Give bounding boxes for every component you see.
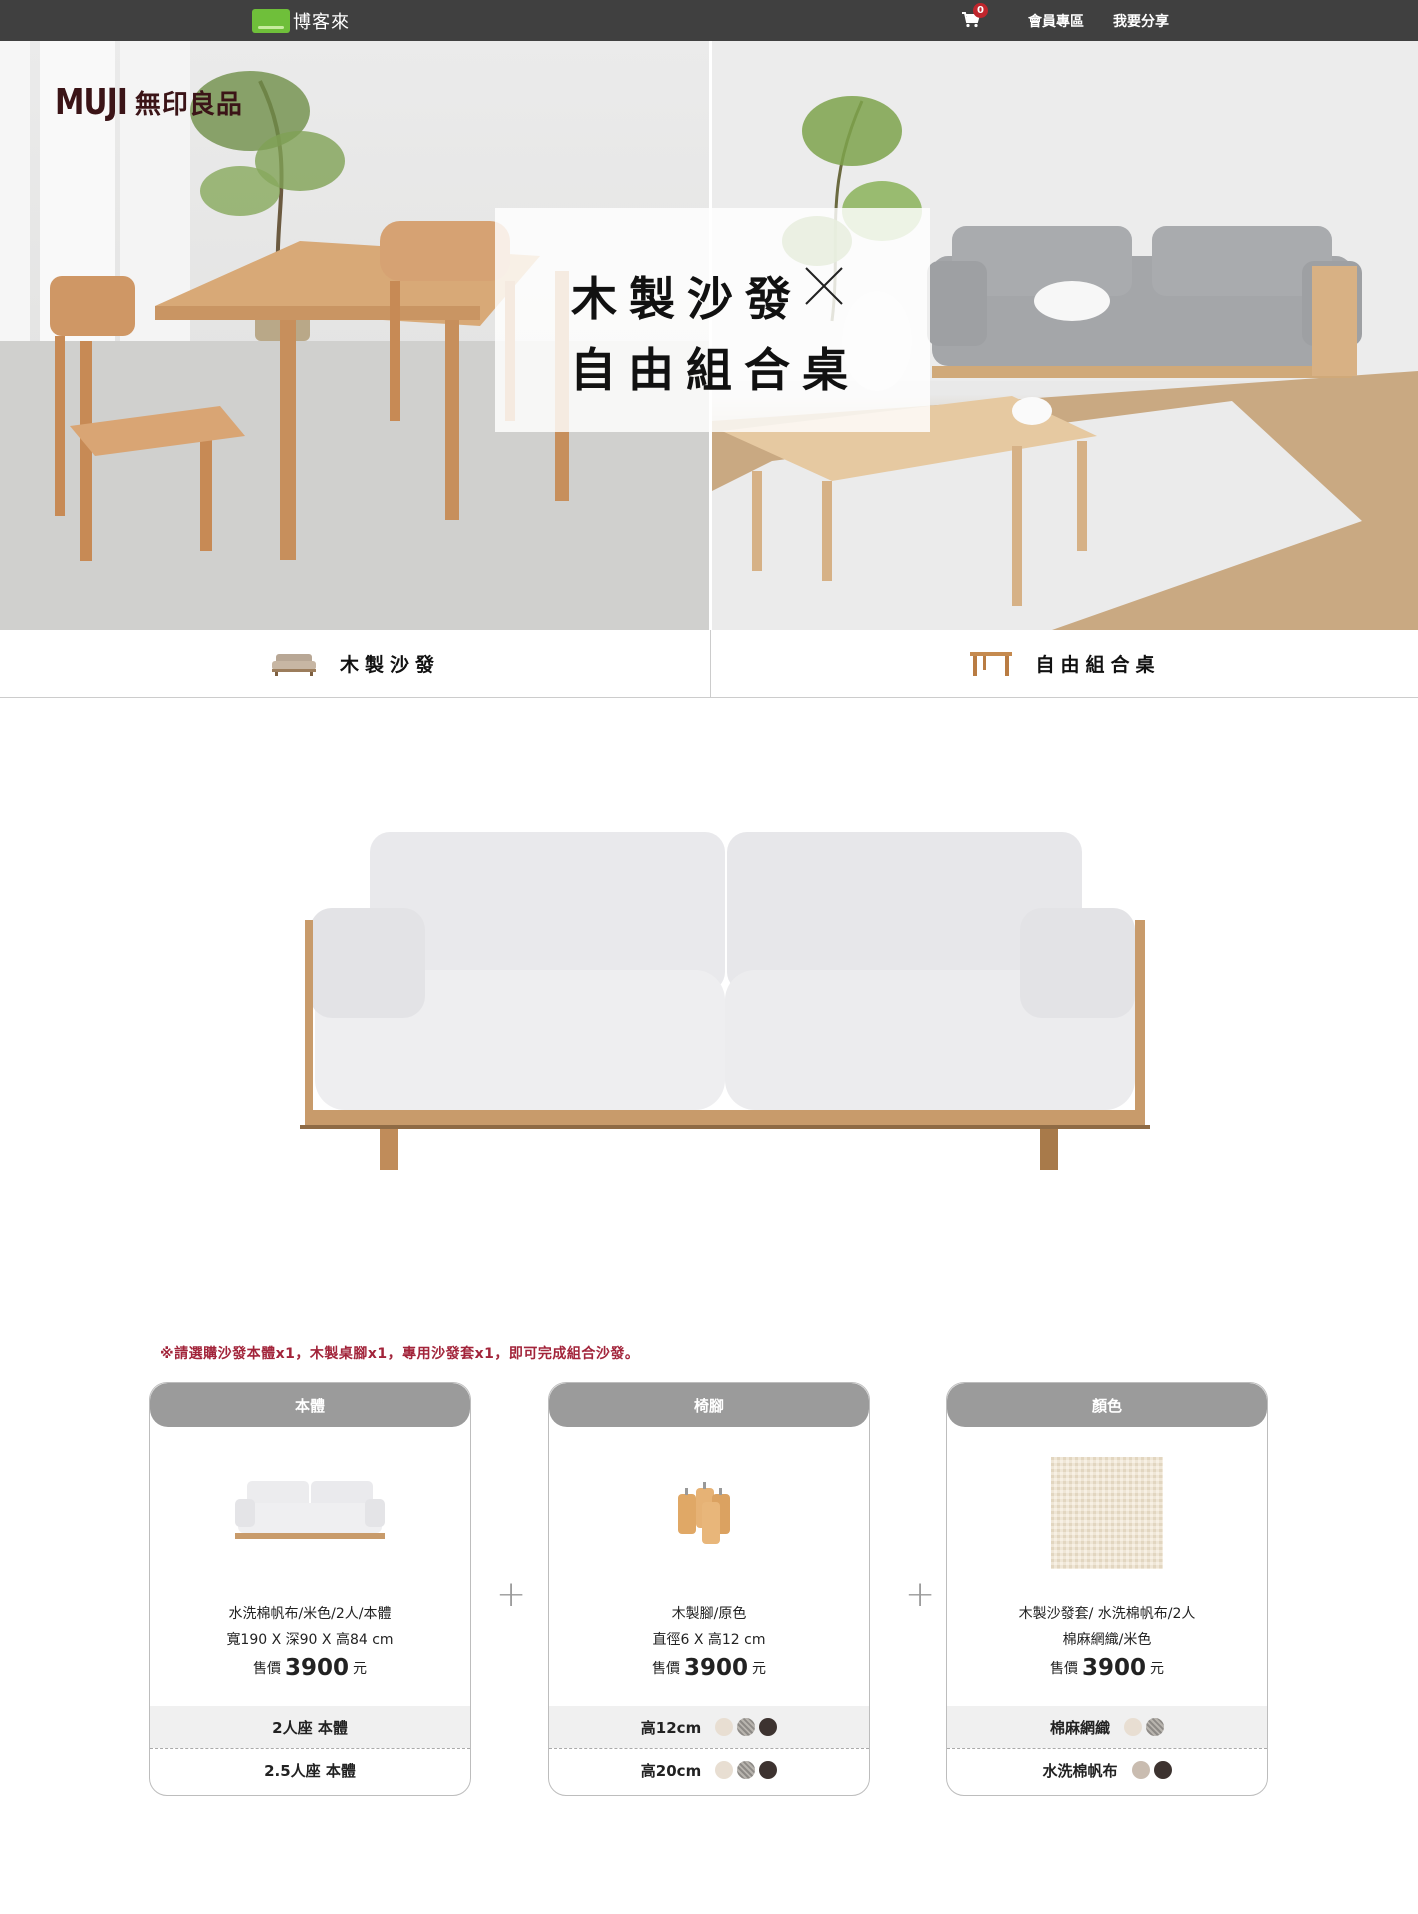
color-swatches <box>1124 1718 1164 1736</box>
top-bar: 博客來 0 會員專區 我要分享 <box>0 0 1418 41</box>
hero-title-line1: 木製沙發 <box>571 272 803 326</box>
fabric-swatch-thumbnail <box>947 1443 1267 1583</box>
option-2-5-seater[interactable]: 2.5人座 本體 <box>150 1749 470 1791</box>
swatch-grey[interactable] <box>737 1761 756 1779</box>
price: 售價 3900 元 <box>549 1655 869 1681</box>
sofa-icon <box>271 653 316 676</box>
cross-icon <box>805 267 843 305</box>
swatch-dark[interactable] <box>1153 1761 1172 1779</box>
color-swatches <box>715 1718 778 1736</box>
card-header: 顏色 <box>947 1383 1267 1427</box>
hero-title-line2: 自由組合桌 <box>570 343 860 397</box>
option-height-20[interactable]: 高20cm <box>549 1749 869 1791</box>
share-link[interactable]: 我要分享 <box>1113 11 1169 31</box>
member-link[interactable]: 會員專區 <box>1028 11 1084 31</box>
price-unit: 元 <box>1150 1661 1164 1677</box>
swatch-beige[interactable] <box>1124 1718 1142 1736</box>
card-description: 水洗棉帆布/米色/2人/本體 寬190 X 深90 X 高84 cm <box>150 1601 470 1653</box>
tab-label-table: 自由組合桌 <box>1035 654 1161 676</box>
desc-line1: 木製腳/原色 <box>671 1606 747 1622</box>
swatch-natural[interactable] <box>715 1761 734 1779</box>
option-label: 2.5人座 本體 <box>264 1761 356 1780</box>
price-label: 售價 <box>252 1661 281 1677</box>
price-unit: 元 <box>752 1661 766 1677</box>
option-2-seater[interactable]: 2人座 本體 <box>150 1706 470 1748</box>
option-height-12[interactable]: 高12cm <box>549 1706 869 1748</box>
table-icon <box>970 651 1013 676</box>
color-swatches <box>1131 1761 1172 1779</box>
muji-logo-zh: 無印良品 <box>134 90 243 120</box>
swatch-natural[interactable] <box>715 1718 734 1736</box>
option-label: 棉麻網織 <box>1049 1718 1110 1737</box>
option-washed-canvas[interactable]: 水洗棉帆布 <box>947 1749 1267 1791</box>
price-label: 售價 <box>1049 1661 1078 1677</box>
price: 售價 3900 元 <box>947 1655 1267 1681</box>
desc-line1: 水洗棉帆布/米色/2人/本體 <box>228 1606 392 1622</box>
price-value: 3900 <box>683 1655 748 1681</box>
purchase-notice: ※請選購沙發本體x1，木製桌腳x1，專用沙發套x1，即可完成組合沙發。 <box>160 1346 640 1362</box>
desc-line1: 木製沙發套/ 水洗棉帆布/2人 <box>1018 1606 1196 1622</box>
bag-icon <box>252 9 290 33</box>
option-label: 高12cm <box>640 1718 702 1737</box>
price-value: 3900 <box>1081 1655 1146 1681</box>
swatch-tan[interactable] <box>1131 1761 1150 1779</box>
swatch-grey[interactable] <box>737 1718 756 1736</box>
cart-count-badge: 0 <box>973 3 988 18</box>
brand-link[interactable]: 博客來 <box>252 7 350 35</box>
desc-line2: 棉麻網織/米色 <box>1062 1632 1152 1648</box>
swatch-grey[interactable] <box>1146 1718 1164 1736</box>
hero-banner: MUJI 無印良品 木製沙發 自由組合桌 <box>0 41 1418 630</box>
card-header: 本體 <box>150 1383 470 1427</box>
price-label: 售價 <box>651 1661 680 1677</box>
tab-free-table[interactable]: 自由組合桌 <box>712 630 1418 697</box>
swatch-dark[interactable] <box>759 1761 778 1779</box>
price-unit: 元 <box>353 1661 367 1677</box>
card-header: 椅腳 <box>549 1383 869 1427</box>
sofa-product-image <box>290 820 1150 1200</box>
plus-icon: + <box>496 1574 527 1615</box>
product-card-cover: 顏色 木製沙發套/ 水洗棉帆布/2人 棉麻網織/米色 售價 3900 元 棉麻網織 … <box>946 1382 1268 1796</box>
category-tabs: 木製沙發 自由組合桌 <box>0 630 1418 698</box>
product-card-legs: 椅腳 木製腳/原色 直徑6 X 高12 cm 售價 3900 元 高12cm 高20… <box>548 1382 870 1796</box>
option-label: 高20cm <box>640 1761 702 1780</box>
card-description: 木製沙發套/ 水洗棉帆布/2人 棉麻網織/米色 <box>947 1601 1267 1653</box>
wooden-legs-thumbnail <box>549 1443 869 1583</box>
option-label: 2人座 本體 <box>272 1718 348 1737</box>
color-swatches <box>715 1761 778 1779</box>
plus-icon: + <box>905 1574 936 1615</box>
muji-logo: MUJI 無印良品 <box>55 82 243 123</box>
option-label: 水洗棉帆布 <box>1042 1761 1118 1780</box>
sofa-body-thumbnail <box>150 1443 470 1583</box>
card-description: 木製腳/原色 直徑6 X 高12 cm <box>549 1601 869 1653</box>
desc-line2: 寬190 X 深90 X 高84 cm <box>226 1632 394 1648</box>
brand-name: 博客來 <box>293 12 350 33</box>
price: 售價 3900 元 <box>150 1655 470 1681</box>
tab-label-sofa: 木製沙發 <box>339 654 440 676</box>
muji-logo-en: MUJI <box>55 82 128 123</box>
product-card-body: 本體 水洗棉帆布/米色/2人/本體 寬190 X 深90 X 高84 cm 售價… <box>149 1382 471 1796</box>
option-linen-weave[interactable]: 棉麻網織 <box>947 1706 1267 1748</box>
price-value: 3900 <box>284 1655 349 1681</box>
tab-wooden-sofa[interactable]: 木製沙發 <box>0 630 711 697</box>
swatch-dark[interactable] <box>759 1718 778 1736</box>
cart-button[interactable]: 0 <box>960 3 990 34</box>
desc-line2: 直徑6 X 高12 cm <box>652 1632 766 1648</box>
